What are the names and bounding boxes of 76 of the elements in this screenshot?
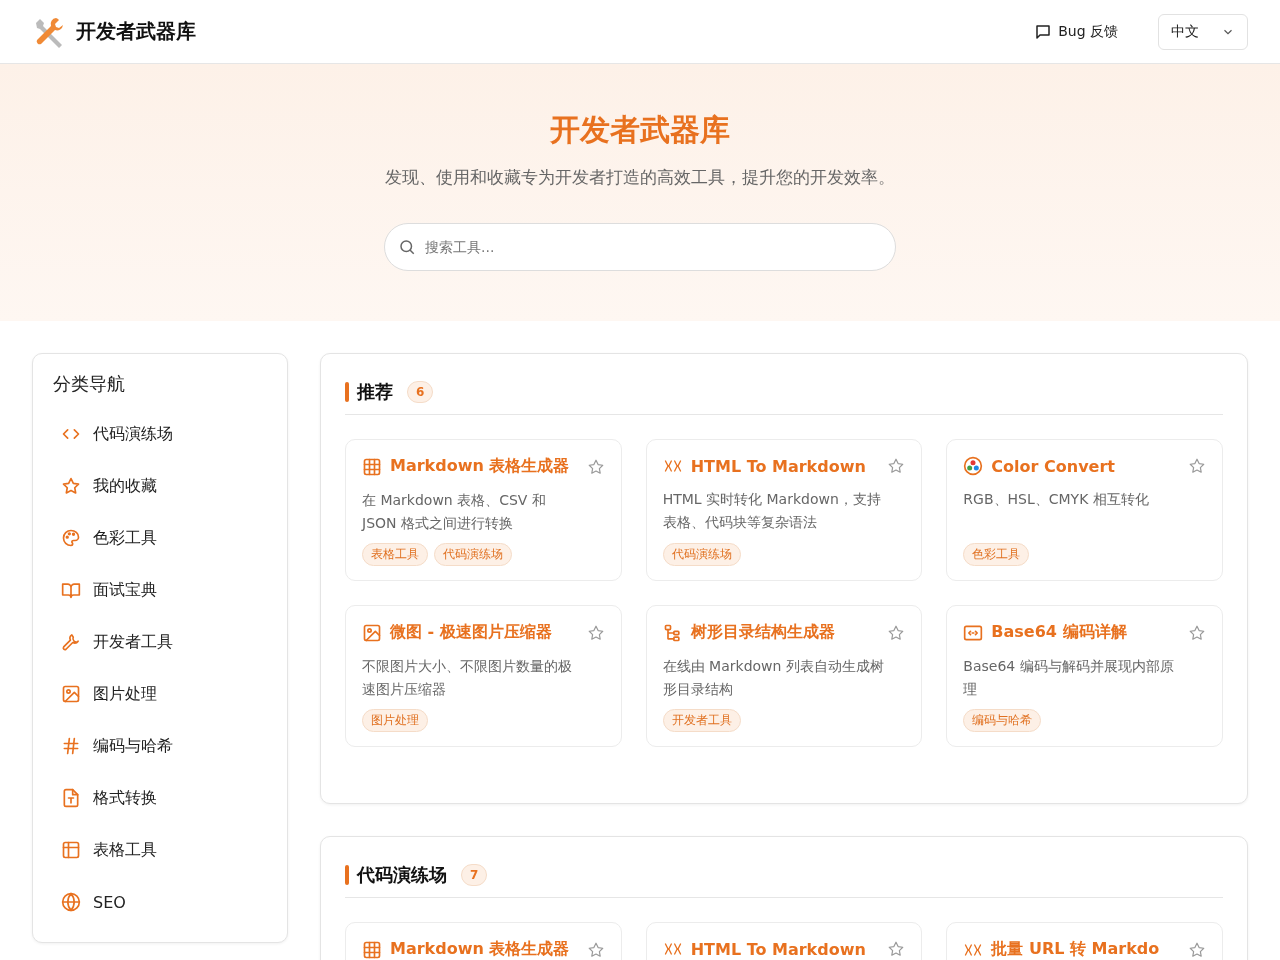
tool-description: 在 Markdown 表格、CSV 和 JSON 格式之间进行转换 xyxy=(362,491,547,533)
category-link[interactable]: 我的收藏 xyxy=(53,460,267,512)
star-icon xyxy=(887,623,906,642)
image-icon xyxy=(61,684,81,704)
tool-card[interactable]: 树形目录结构生成器 在线由 Markdown 列表自动生成树形目录结构 开发者工具 xyxy=(645,605,923,747)
sidebar-title: 分类导航 xyxy=(53,372,126,396)
tool-card[interactable]: Markdown 表格生成器 在 Markdown 表格、CSV 和 JSON 格式之间进行转换 表格工具 代码演练场 xyxy=(345,439,622,581)
favorite-button[interactable] xyxy=(1188,457,1206,475)
favorite-button[interactable] xyxy=(887,623,906,642)
feedback-button[interactable]: Bug 反馈 xyxy=(1030,18,1122,45)
favorite-button[interactable] xyxy=(1188,623,1206,642)
category-link[interactable]: 代码演练场 xyxy=(53,408,267,460)
favorite-button[interactable] xyxy=(586,940,605,959)
count-badge: 7 xyxy=(461,864,488,886)
category-link[interactable]: 面试宝典 xyxy=(53,564,267,616)
star-icon xyxy=(61,476,81,496)
star-icon xyxy=(887,457,906,475)
category-link[interactable]: 色彩工具 xyxy=(53,512,267,564)
star-icon xyxy=(586,457,605,476)
tool-card[interactable]: Base64 编码详解 Base64 编码与解码并展现内部原理 编码与哈希 xyxy=(946,605,1223,747)
section-title: 推荐 xyxy=(357,380,393,404)
site-title: 开发者武器库 xyxy=(76,18,196,45)
star-icon xyxy=(586,940,605,959)
tool-title: Markdown 表格生成器 xyxy=(390,939,571,960)
tool-title: HTML To Markdown xyxy=(690,939,867,959)
category-link[interactable]: SEO xyxy=(53,876,267,928)
tool-title: HTML To Markdown xyxy=(690,456,867,476)
tool-title: 树形目录结构生成器 xyxy=(690,622,836,643)
favorite-button[interactable] xyxy=(887,457,906,475)
message-icon xyxy=(1034,22,1053,41)
hero-title: 开发者武器库 xyxy=(550,111,730,149)
tool-title: 微图 - 极速图片压缩器 xyxy=(390,622,553,643)
tool-icon xyxy=(362,622,382,643)
favorite-button[interactable] xyxy=(1188,940,1206,959)
star-icon xyxy=(1188,457,1206,475)
tool-description: Base64 编码与解码并展现内部原理 xyxy=(963,657,1175,699)
tool-description: HTML 实时转化 Markdown，支持表格、代码块等复杂语法 xyxy=(662,490,882,532)
wrench-icon xyxy=(61,632,81,652)
tool-card[interactable]: Color Convert RGB、HSL、CMYK 相互转化 色彩工具 xyxy=(946,439,1223,581)
tool-description: RGB、HSL、CMYK 相互转化 xyxy=(963,490,1150,509)
category-link[interactable]: 编码与哈希 xyxy=(53,720,267,772)
palette-icon xyxy=(61,528,81,548)
tool-icon xyxy=(963,456,984,476)
tool-card[interactable]: 微图 - 极速图片压缩器 不限图片大小、不限图片数量的极速图片压缩器 图片处理 xyxy=(345,605,622,747)
table-icon xyxy=(61,840,81,860)
star-icon xyxy=(887,940,906,958)
category-link[interactable]: 表格工具 xyxy=(53,824,267,876)
category-link[interactable]: 格式转换 xyxy=(53,772,267,824)
tool-description: 在线由 Markdown 列表自动生成树形目录结构 xyxy=(662,657,885,699)
category-link[interactable]: 开发者工具 xyxy=(53,616,267,668)
tool-title: Base64 编码详解 xyxy=(991,622,1128,643)
star-icon xyxy=(586,623,605,642)
tool-title: Markdown 表格生成器 xyxy=(390,456,571,477)
hash-icon xyxy=(61,736,81,756)
favorite-button[interactable] xyxy=(887,940,906,958)
count-badge: 6 xyxy=(407,381,434,403)
language-select[interactable]: 中文 xyxy=(1158,13,1248,50)
tool-icon xyxy=(362,456,382,477)
tool-title: Color Convert xyxy=(991,456,1116,476)
tool-icon xyxy=(662,622,683,643)
category-link[interactable]: 图片处理 xyxy=(53,668,267,720)
tool-description: 不限图片大小、不限图片数量的极速图片压缩器 xyxy=(362,657,573,699)
hero-subtitle: 发现、使用和收藏专为开发者打造的高效工具，提升您的开发效率。 xyxy=(385,166,895,189)
star-icon xyxy=(1188,940,1206,959)
tool-icon xyxy=(362,939,382,960)
star-icon xyxy=(1188,623,1206,642)
favorite-button[interactable] xyxy=(586,623,605,642)
tool-card[interactable]: HTML To Markdown HTML 实时转化 Markdown，支持表格、代码块等复杂语法 代码演练场 xyxy=(645,439,923,581)
file-icon xyxy=(61,788,81,808)
tool-title: 批量 URL 转 Markdo xyxy=(991,939,1161,960)
section-title: 代码演练场 xyxy=(357,863,447,887)
search-field[interactable]: 搜索工具... xyxy=(384,223,896,271)
book-icon xyxy=(61,580,81,600)
favorite-button[interactable] xyxy=(586,457,605,476)
search-icon xyxy=(398,238,416,256)
globe-icon xyxy=(61,892,81,912)
